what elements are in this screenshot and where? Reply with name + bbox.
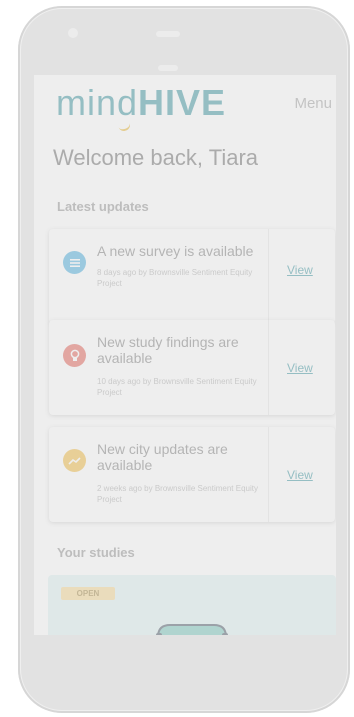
app-screen: mindHIVE Menu Welcome back, Tiara Latest… [34, 75, 336, 635]
study-illustration [156, 624, 228, 635]
update-title: A new survey is available [97, 243, 254, 259]
update-meta: 10 days ago by Brownsville Sentiment Equ… [97, 377, 257, 397]
study-card[interactable]: OPEN [48, 575, 336, 635]
logo-text-hive: HIVE [138, 82, 227, 123]
update-card-city[interactable]: New city updates are available 2 weeks a… [49, 427, 335, 522]
update-card-findings[interactable]: New study findings are available 10 days… [49, 320, 335, 415]
list-icon [63, 251, 86, 274]
earpiece-speaker [156, 31, 180, 37]
lightbulb-icon [63, 344, 86, 367]
menu-button[interactable]: Menu [294, 95, 332, 112]
update-title: New study findings are available [97, 334, 239, 366]
sensor-bar [158, 65, 178, 71]
trend-icon [63, 449, 86, 472]
page-title: Welcome back, Tiara [53, 145, 259, 170]
update-meta: 2 weeks ago by Brownsville Sentiment Equ… [97, 484, 258, 504]
view-link-city[interactable]: View [287, 468, 313, 482]
update-meta: 8 days ago by Brownsville Sentiment Equi… [97, 268, 253, 288]
mindhive-logo[interactable]: mindHIVE [56, 83, 226, 123]
latest-updates-heading: Latest updates [57, 199, 149, 214]
card-divider [268, 427, 269, 522]
your-studies-heading: Your studies [57, 545, 135, 560]
front-camera [68, 28, 78, 38]
view-link-survey[interactable]: View [287, 263, 313, 277]
update-title: New city updates are available [97, 441, 228, 473]
card-divider [268, 320, 269, 415]
view-link-findings[interactable]: View [287, 361, 313, 375]
update-card-survey[interactable]: A new survey is available 8 days ago by … [49, 229, 335, 324]
card-divider [268, 229, 269, 324]
status-badge: OPEN [61, 587, 115, 600]
